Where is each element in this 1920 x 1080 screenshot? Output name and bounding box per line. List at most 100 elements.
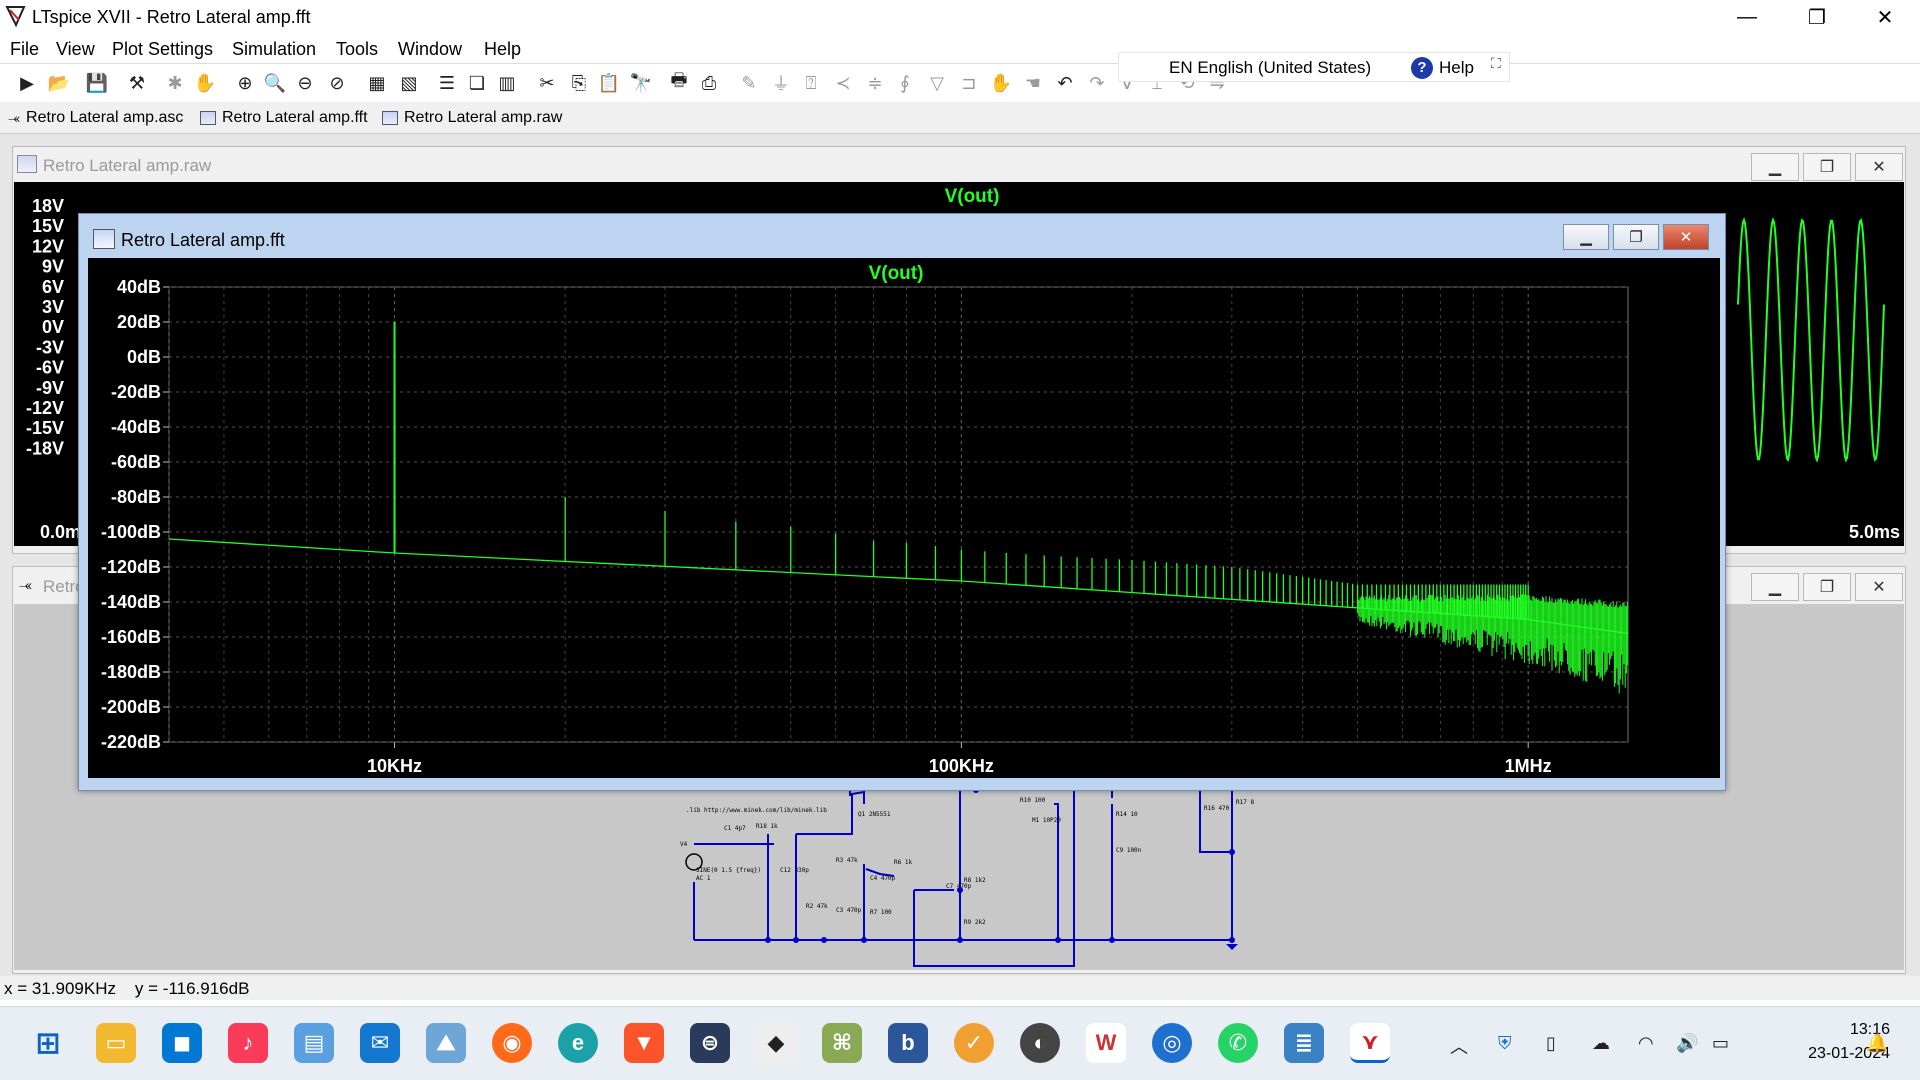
draw-wire-icon[interactable]: ✎ xyxy=(736,70,762,96)
y-tick-label: -80dB xyxy=(111,487,161,507)
firefox-icon[interactable]: ◉ xyxy=(492,1023,532,1063)
start-icon[interactable]: ⊞ xyxy=(28,1023,68,1063)
wifi-icon[interactable]: ◠ xyxy=(1638,1033,1654,1054)
close-button[interactable]: ✕ xyxy=(1850,0,1920,34)
diode-icon[interactable]: ▽ xyxy=(924,70,950,96)
drag-icon[interactable]: ☚ xyxy=(1020,70,1046,96)
menu-simulation[interactable]: Simulation xyxy=(232,39,316,60)
tray-overflow-icon[interactable]: ︿ xyxy=(1450,1033,1468,1059)
raw-y-tick-label: -6V xyxy=(36,358,64,378)
expand-icon[interactable]: ⛶ xyxy=(1491,55,1501,72)
minimize-button[interactable]: — xyxy=(1712,0,1782,34)
edge-icon[interactable]: e xyxy=(558,1023,598,1063)
y-tick-label: 20dB xyxy=(117,312,161,332)
ground-icon[interactable]: ⏚ xyxy=(768,70,794,96)
zoom-icon[interactable]: 🔍 xyxy=(262,70,288,96)
redo-icon[interactable]: ↷ xyxy=(1084,70,1110,96)
help-button[interactable]: Help xyxy=(1439,58,1474,78)
new-schematic-icon[interactable]: ▶ xyxy=(14,70,40,96)
file-explorer-icon[interactable]: ▭ xyxy=(96,1023,136,1063)
y-tick-label: 40dB xyxy=(117,277,161,297)
save-icon[interactable]: 💾 xyxy=(84,70,110,96)
run-icon[interactable]: ✱ xyxy=(162,70,188,96)
tile-horizontal-icon[interactable]: ☰ xyxy=(434,70,460,96)
component-icon[interactable]: ⊐ xyxy=(956,70,982,96)
menu-window[interactable]: Window xyxy=(398,39,462,60)
winamp-icon[interactable]: W xyxy=(1086,1023,1126,1063)
print-icon[interactable]: 🖶 xyxy=(666,70,692,96)
menu-help[interactable]: Help xyxy=(484,39,521,60)
mail-icon[interactable]: ✉ xyxy=(360,1023,400,1063)
raw-restore-button[interactable]: ❐ xyxy=(1803,153,1851,181)
photos-icon[interactable]: ⛰ xyxy=(426,1023,466,1063)
raw-trace-label: V(out) xyxy=(945,186,1000,207)
vpn-app-icon[interactable]: ✓ xyxy=(954,1023,994,1063)
volume-icon[interactable]: 🔊 xyxy=(1676,1033,1698,1054)
menu-view[interactable]: View xyxy=(56,39,95,60)
steam-icon[interactable]: ◐ xyxy=(1020,1023,1060,1063)
tab-schematic[interactable]: ⤛ Retro Lateral amp.asc xyxy=(8,109,183,127)
notes-app-icon[interactable]: ≣ xyxy=(1284,1023,1324,1063)
notepad-app-icon[interactable]: ▤ xyxy=(294,1023,334,1063)
browser-app-icon[interactable]: ◎ xyxy=(1152,1023,1192,1063)
cut-icon[interactable]: ✂ xyxy=(534,70,560,96)
zoom-in-icon[interactable]: ⊕ xyxy=(232,70,258,96)
label-net-icon[interactable]: ⍰ xyxy=(798,70,824,96)
part-label: R18 1k xyxy=(756,823,778,830)
app-icon[interactable]: ⊜ xyxy=(690,1023,730,1063)
menu-tools[interactable]: Tools xyxy=(336,39,378,60)
alien-app-icon[interactable]: ◆ xyxy=(756,1023,796,1063)
sch-close-button[interactable]: ✕ xyxy=(1855,573,1903,601)
language-indicator[interactable]: EN English (United States) xyxy=(1169,58,1371,78)
sch-minimize-button[interactable]: ▁ xyxy=(1751,573,1799,601)
waveform-icon xyxy=(93,229,115,249)
inductor-icon[interactable]: ∮ xyxy=(892,70,918,96)
capacitor-icon[interactable]: ≑ xyxy=(862,70,888,96)
music-icon[interactable]: ♪ xyxy=(228,1023,268,1063)
network-app-icon[interactable]: ⌘ xyxy=(822,1023,862,1063)
print-preview-icon[interactable]: ⎙ xyxy=(696,70,722,96)
raw-y-tick-label: 18V xyxy=(32,196,64,216)
delete-trace-icon[interactable]: ▧ xyxy=(396,70,422,96)
brave-icon[interactable]: ▼ xyxy=(624,1023,664,1063)
part-label: C9 100n xyxy=(1116,847,1142,854)
y-tick-label: -140dB xyxy=(101,592,161,612)
zoom-cancel-icon[interactable]: ⊘ xyxy=(324,70,350,96)
maximize-button[interactable]: ❐ xyxy=(1782,0,1852,34)
ltspice-taskbar-icon[interactable]: ⋎ xyxy=(1350,1023,1390,1063)
fft-minimize-button[interactable]: ▁ xyxy=(1563,224,1609,250)
copy-icon[interactable]: ⎘ xyxy=(566,70,592,96)
usb-icon[interactable]: ▯ xyxy=(1546,1033,1556,1054)
raw-close-button[interactable]: ✕ xyxy=(1855,153,1903,181)
fft-restore-button[interactable]: ❐ xyxy=(1613,224,1659,250)
raw-minimize-button[interactable]: ▁ xyxy=(1751,153,1799,181)
zoom-out-icon[interactable]: ⊖ xyxy=(292,70,318,96)
open-icon[interactable]: 📂 xyxy=(46,70,72,96)
bing-icon[interactable]: b xyxy=(888,1023,928,1063)
pan-hand-icon[interactable]: ✋ xyxy=(192,70,218,96)
onedrive-icon[interactable]: ☁ xyxy=(1592,1033,1610,1054)
sch-restore-button[interactable]: ❐ xyxy=(1803,573,1851,601)
tab-raw[interactable]: Retro Lateral amp.raw xyxy=(382,109,562,127)
autorange-icon[interactable]: ▦ xyxy=(364,70,390,96)
tab-fft[interactable]: Retro Lateral amp.fft xyxy=(200,109,368,127)
control-panel-icon[interactable]: ⚒ xyxy=(124,70,150,96)
whatsapp-icon[interactable]: ✆ xyxy=(1218,1023,1258,1063)
fft-close-button[interactable]: ✕ xyxy=(1663,224,1709,250)
find-icon[interactable]: 🔭 xyxy=(628,70,654,96)
store-icon[interactable]: ◼ xyxy=(162,1023,202,1063)
help-icon[interactable]: ? xyxy=(1411,57,1433,79)
battery-icon[interactable]: ▭ xyxy=(1712,1033,1729,1054)
notification-bell-icon[interactable]: 🔔 xyxy=(1866,1033,1888,1054)
cascade-icon[interactable]: ❏ xyxy=(464,70,490,96)
undo-icon[interactable]: ↶ xyxy=(1052,70,1078,96)
menu-plot-settings[interactable]: Plot Settings xyxy=(112,39,213,60)
resistor-icon[interactable]: ≺ xyxy=(830,70,856,96)
move-icon[interactable]: ✋ xyxy=(988,70,1014,96)
tile-vertical-icon[interactable]: ▥ xyxy=(494,70,520,96)
security-icon[interactable]: ⛨ xyxy=(1498,1033,1512,1054)
raw-sine-trace xyxy=(1737,217,1885,463)
menu-file[interactable]: File xyxy=(10,39,39,60)
fft-plot-area[interactable]: V(out) 40dB 20dB 0dB -20dB -40dB -60dB -80dB -1… xyxy=(88,258,1720,778)
paste-icon[interactable]: 📋 xyxy=(596,70,622,96)
